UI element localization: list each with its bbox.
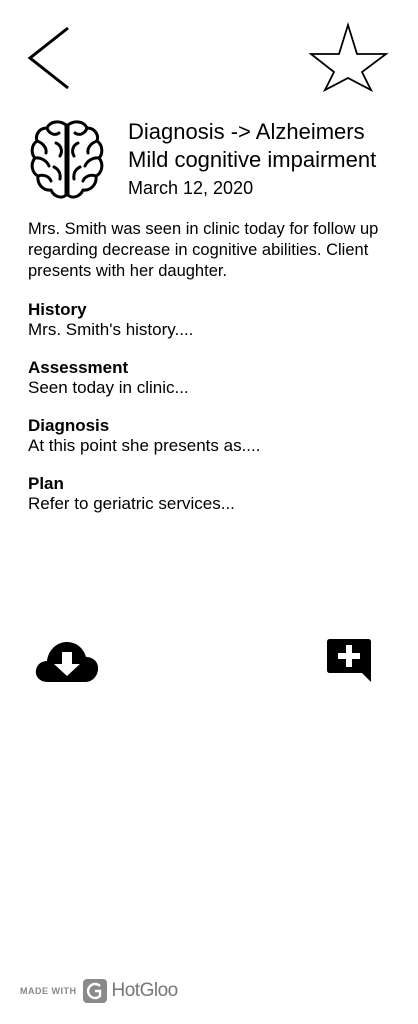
made-with-hotgloo-badge[interactable]: MADE WITH HotGloo — [20, 978, 178, 1004]
cloud-download-icon — [35, 642, 99, 682]
add-note-button[interactable] — [324, 636, 374, 686]
section-diagnosis: Diagnosis At this point she presents as.… — [28, 416, 398, 456]
back-button[interactable] — [24, 24, 76, 94]
section-heading: Assessment — [28, 358, 129, 377]
section-heading: Plan — [28, 474, 64, 493]
favorite-button[interactable] — [308, 21, 390, 94]
note-title: Diagnosis -> Alzheimers — [128, 119, 365, 144]
section-text: Refer to geriatric services... — [28, 494, 235, 513]
chevron-left-icon — [27, 26, 69, 90]
section-text: Mrs. Smith's history.... — [28, 320, 194, 339]
made-with-label: MADE WITH — [20, 986, 77, 996]
download-button[interactable] — [34, 636, 100, 686]
brand-name: HotGloo — [111, 980, 179, 1001]
section-text: Seen today in clinic... — [28, 378, 189, 397]
section-assessment: Assessment Seen today in clinic... — [28, 358, 398, 398]
add-comment-icon — [327, 639, 371, 682]
hotgloo-logo-icon — [82, 979, 107, 1003]
section-plan: Plan Refer to geriatric services... — [28, 474, 398, 514]
note-date: March 12, 2020 — [128, 178, 254, 198]
note-header: Diagnosis -> Alzheimers Mild cognitive i… — [128, 118, 418, 200]
section-heading: History — [28, 300, 87, 319]
brain-icon — [30, 119, 104, 201]
star-outline-icon — [308, 21, 389, 93]
section-heading: Diagnosis — [28, 416, 110, 435]
section-history: History Mrs. Smith's history.... — [28, 300, 398, 340]
section-text: At this point she presents as.... — [28, 436, 261, 455]
note-subtitle: Mild cognitive impairment — [128, 147, 377, 172]
note-summary: Mrs. Smith was seen in clinic today for … — [28, 220, 379, 280]
